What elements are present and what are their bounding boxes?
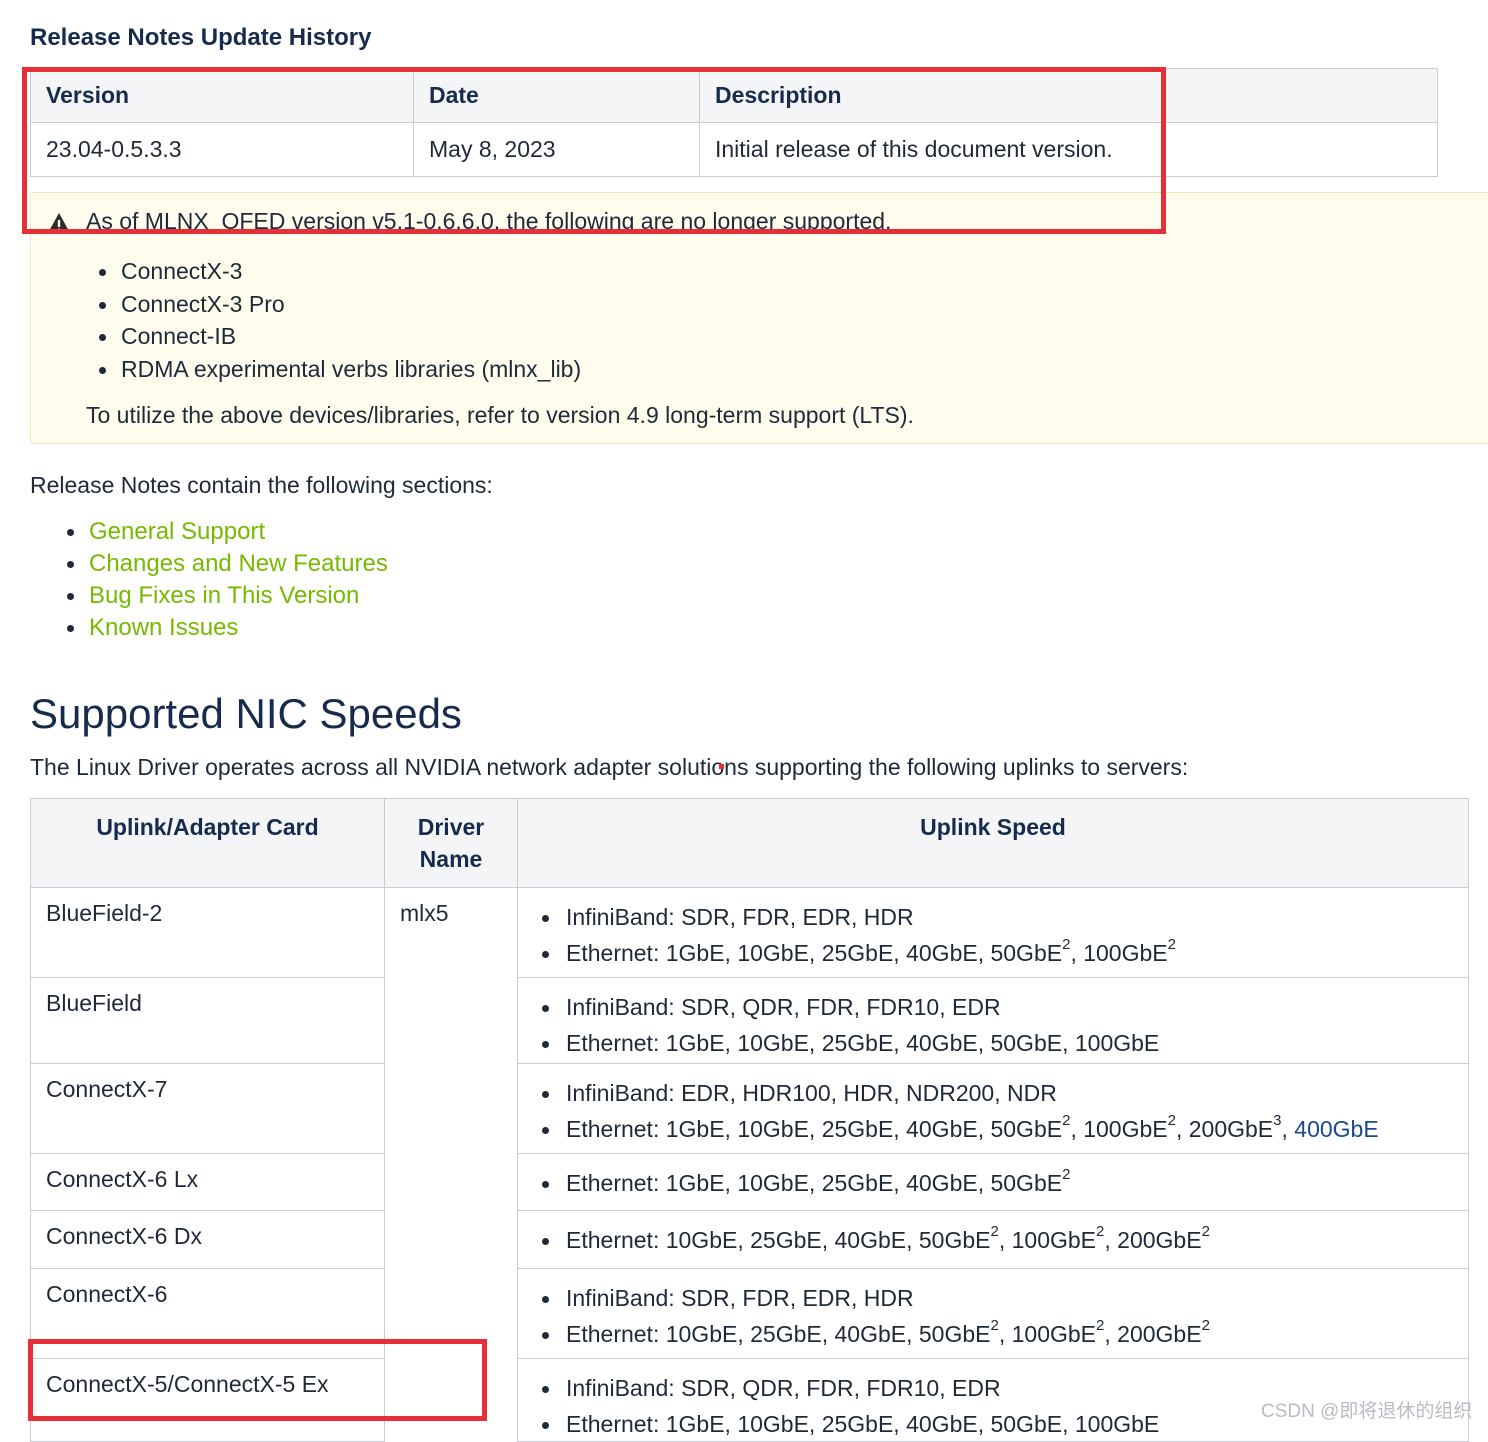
driver-header-line2: Name <box>419 846 483 872</box>
speed-text: , 100GbE <box>998 1321 1097 1347</box>
footnote-ref: 3 <box>1273 1112 1282 1130</box>
uplink-speed-cell: Ethernet: 10GbE, 25GbE, 40GbE, 50GbE2, 1… <box>517 1210 1469 1269</box>
table-header-row: Uplink/Adapter Card Driver Name Uplink Sp… <box>30 798 1469 888</box>
ethernet-speeds: Ethernet: 1GbE, 10GbE, 25GbE, 40GbE, 50G… <box>542 1166 1453 1200</box>
footnote-ref: 2 <box>1096 1223 1105 1241</box>
speed-text: , 100GbE <box>998 1227 1097 1253</box>
list-item: ConnectX-3 <box>98 255 581 288</box>
footnote-ref: 2 <box>1201 1223 1210 1241</box>
speed-text: , 100GbE <box>1070 1116 1168 1142</box>
table-row: ConnectX-6 Dx Ethernet: 10GbE, 25GbE, 40G… <box>30 1210 1469 1269</box>
speed-text: , 200GbE <box>1104 1321 1202 1347</box>
infiniband-speeds: InfiniBand: SDR, QDR, FDR, FDR10, EDR <box>542 990 1453 1024</box>
footnote-ref: 2 <box>1096 1317 1105 1335</box>
card-cell: ConnectX-6 Lx <box>30 1153 385 1211</box>
watermark: CSDN @即将退休的组织 <box>1261 1401 1473 1422</box>
footnote-ref: 2 <box>1062 1112 1071 1130</box>
speed-list: InfiniBand: SDR, QDR, FDR, FDR10, EDR Eth… <box>542 990 1453 1060</box>
speed-text: Ethernet: 1GbE, 10GbE, 25GbE, 40GbE, 50G… <box>566 1411 1160 1437</box>
speed-text: Ethernet: 1GbE, 10GbE, 25GbE, 40GbE, 50G… <box>566 1170 1063 1196</box>
uplink-speed-cell: Ethernet: 1GbE, 10GbE, 25GbE, 40GbE, 50G… <box>517 1153 1469 1211</box>
ethernet-speeds: Ethernet: 1GbE, 10GbE, 25GbE, 40GbE, 50G… <box>542 936 1453 970</box>
speed-text: , 100GbE <box>1070 940 1168 966</box>
sections-list: General Support Changes and New Features… <box>67 516 388 644</box>
speed-text: Ethernet: 1GbE, 10GbE, 25GbE, 40GbE, 50G… <box>566 1116 1063 1142</box>
sections-intro: Release Notes contain the following sect… <box>30 472 493 498</box>
table-row: BlueField InfiniBand: SDR, QDR, FDR, FDR1… <box>30 977 1469 1064</box>
driver-header-line1: Driver <box>417 814 485 840</box>
speed-text: Ethernet: 10GbE, 25GbE, 40GbE, 50GbE <box>566 1227 991 1253</box>
speed-text: , 200GbE <box>1104 1227 1202 1253</box>
column-header-speed: Uplink Speed <box>517 798 1469 888</box>
ethernet-speeds: Ethernet: 1GbE, 10GbE, 25GbE, 40GbE, 50G… <box>542 1026 1453 1060</box>
warning-note: To utilize the above devices/libraries, … <box>86 402 914 428</box>
annotation-dot <box>719 764 724 769</box>
table-row: BlueField-2 mlx5 InfiniBand: SDR, FDR, EDR… <box>30 887 1469 1442</box>
link-changes-new-features[interactable]: Changes and New Features <box>89 550 388 577</box>
list-item: General Support <box>67 516 388 548</box>
link-general-support[interactable]: General Support <box>89 518 265 545</box>
speed-list: InfiniBand: SDR, FDR, EDR, HDR Ethernet: … <box>542 1281 1453 1351</box>
list-item: Connect-IB <box>98 320 581 353</box>
speed-link[interactable]: 400GbE <box>1294 1116 1378 1142</box>
ethernet-speeds: Ethernet: 10GbE, 25GbE, 40GbE, 50GbE2, 1… <box>542 1317 1453 1351</box>
card-cell: BlueField <box>30 977 385 1064</box>
list-item: Known Issues <box>67 612 388 644</box>
infiniband-speeds: InfiniBand: EDR, HDR100, HDR, NDR200, ND… <box>542 1076 1453 1110</box>
link-bug-fixes[interactable]: Bug Fixes in This Version <box>89 582 359 609</box>
speed-list: InfiniBand: SDR, FDR, EDR, HDR Ethernet: … <box>542 900 1453 970</box>
footnote-ref: 2 <box>1062 1166 1071 1184</box>
speed-list: InfiniBand: EDR, HDR100, HDR, NDR200, ND… <box>542 1076 1453 1146</box>
list-item: Bug Fixes in This Version <box>67 580 388 612</box>
card-cell: ConnectX-7 <box>30 1063 385 1154</box>
footnote-ref: 2 <box>1167 1112 1176 1130</box>
ethernet-speeds: Ethernet: 10GbE, 25GbE, 40GbE, 50GbE2, 1… <box>542 1223 1453 1257</box>
infiniband-speeds: InfiniBand: SDR, FDR, EDR, HDR <box>542 1281 1453 1315</box>
list-item: RDMA experimental verbs libraries (mlnx_… <box>98 353 581 386</box>
speed-list: Ethernet: 1GbE, 10GbE, 25GbE, 40GbE, 50G… <box>542 1166 1453 1200</box>
uplink-speed-cell: InfiniBand: SDR, FDR, EDR, HDR Ethernet: … <box>517 1268 1469 1359</box>
annotation-box-history <box>22 67 1166 234</box>
footnote-ref: 2 <box>1167 936 1176 954</box>
speed-text: , <box>1281 1116 1295 1142</box>
card-cell: ConnectX-6 Dx <box>30 1210 385 1269</box>
nic-speeds-intro: The Linux Driver operates across all NVI… <box>30 754 1189 780</box>
update-history-title: Release Notes Update History <box>30 24 372 51</box>
uplink-speed-cell: InfiniBand: SDR, FDR, EDR, HDR Ethernet: … <box>517 887 1469 978</box>
speed-text: , 200GbE <box>1175 1116 1274 1142</box>
speed-text: Ethernet: 1GbE, 10GbE, 25GbE, 40GbE, 50G… <box>566 940 1063 966</box>
speed-text: Ethernet: 1GbE, 10GbE, 25GbE, 40GbE, 50G… <box>566 1030 1160 1056</box>
table-row: ConnectX-6 Lx Ethernet: 1GbE, 10GbE, 25Gb… <box>30 1153 1469 1211</box>
card-cell: BlueField-2 <box>30 887 385 978</box>
uplink-speed-cell: InfiniBand: SDR, QDR, FDR, FDR10, EDR Eth… <box>517 977 1469 1064</box>
link-known-issues[interactable]: Known Issues <box>89 614 238 641</box>
ethernet-speeds: Ethernet: 1GbE, 10GbE, 25GbE, 40GbE, 50G… <box>542 1112 1453 1146</box>
speed-text: Ethernet: 10GbE, 25GbE, 40GbE, 50GbE <box>566 1321 991 1347</box>
column-header-driver: Driver Name <box>384 798 518 888</box>
column-header-card: Uplink/Adapter Card <box>30 798 385 888</box>
section-heading-nic-speeds: Supported NIC Speeds <box>30 690 462 737</box>
infiniband-speeds: InfiniBand: SDR, FDR, EDR, HDR <box>542 900 1453 934</box>
table-row: ConnectX-7 InfiniBand: EDR, HDR100, HDR, … <box>30 1063 1469 1154</box>
footnote-ref: 2 <box>1201 1317 1210 1335</box>
footnote-ref: 2 <box>1062 936 1071 954</box>
footnote-ref: 2 <box>990 1317 999 1335</box>
speed-list: Ethernet: 10GbE, 25GbE, 40GbE, 50GbE2, 1… <box>542 1223 1453 1257</box>
list-item: ConnectX-3 Pro <box>98 288 581 321</box>
uplink-speed-cell: InfiniBand: EDR, HDR100, HDR, NDR200, ND… <box>517 1063 1469 1154</box>
list-item: Changes and New Features <box>67 548 388 580</box>
footnote-ref: 2 <box>990 1223 999 1241</box>
annotation-box-connectx5 <box>28 1339 487 1421</box>
warning-list: ConnectX-3 ConnectX-3 Pro Connect-IB RDM… <box>98 255 581 386</box>
